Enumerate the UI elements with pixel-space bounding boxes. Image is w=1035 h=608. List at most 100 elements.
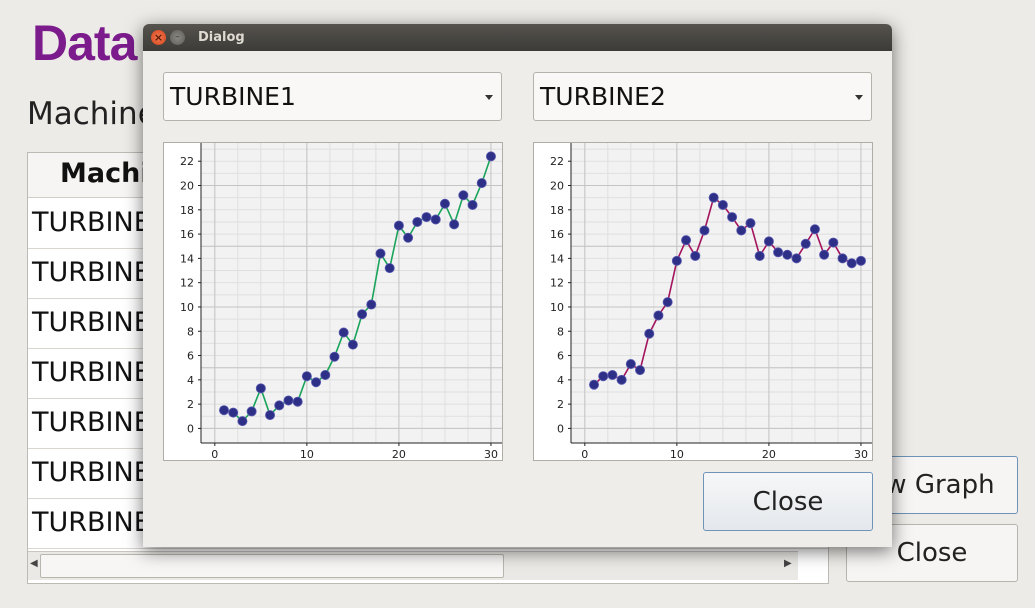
y-tick-label: 16 [180,228,194,241]
y-tick-label: 18 [550,204,564,217]
y-tick-label: 14 [180,252,194,265]
y-tick-label: 4 [557,374,564,387]
table-cell: TURBINE [32,357,151,388]
data-point [393,220,404,231]
table-cell: TURBINE [32,307,151,338]
data-point [616,374,627,385]
data-point [644,328,655,339]
x-tick-label: 20 [762,448,776,461]
data-point [366,299,377,310]
data-point [736,225,747,236]
data-point [791,253,802,264]
data-point [485,151,496,162]
table-cell: TURBINE [32,207,151,238]
data-point [375,248,386,259]
scrollbar-thumb[interactable] [40,554,504,578]
data-point [219,405,230,416]
chart-svg: 0 2 4 6 8 10 12 14 16 18 20 22 0 10 20 30 [163,142,503,461]
data-point [329,351,340,362]
data-point [662,297,673,308]
machine-select-left[interactable]: TURBINE1 [163,72,502,121]
horizontal-scrollbar[interactable]: ◀ ▶ [28,551,798,580]
data-point [449,219,460,230]
scroll-left-arrow-icon[interactable]: ◀ [30,558,38,569]
data-point [301,371,312,382]
data-point [653,310,664,321]
data-point [846,258,857,269]
combo-selected-value: TURBINE2 [540,82,666,111]
y-tick-label: 2 [557,398,564,411]
y-tick-label: 20 [550,180,564,193]
table-cell: TURBINE [32,507,151,538]
data-point [773,247,784,258]
data-point [320,369,331,380]
machine-select-right[interactable]: TURBINE2 [533,72,872,121]
plot-area [571,143,872,443]
y-tick-label: 12 [550,277,564,290]
data-point [403,232,414,243]
data-point [384,263,395,274]
minimize-icon[interactable]: – [170,30,185,45]
data-point [246,406,257,417]
data-point [727,212,738,223]
x-tick-label: 0 [581,448,588,461]
data-point [274,400,285,411]
y-tick-label: 18 [180,204,194,217]
combo-selected-value: TURBINE1 [170,82,296,111]
y-tick-label: 22 [550,155,564,168]
data-point [589,379,600,390]
data-point [745,218,756,229]
data-point [265,410,276,421]
data-point [837,253,848,264]
data-point [763,236,774,247]
x-tick-label: 20 [392,448,406,461]
table-cell: TURBINE [32,257,151,288]
data-point [809,224,820,235]
table-cell: TURBINE [32,457,151,488]
table-cell: TURBINE [32,407,151,438]
data-point [311,377,322,388]
data-point [708,192,719,203]
y-tick-label: 22 [180,155,194,168]
data-point [625,359,636,370]
y-tick-label: 0 [187,422,194,435]
plot-area [201,143,502,443]
data-point [754,250,765,261]
data-point [347,339,358,350]
scroll-right-arrow-icon[interactable]: ▶ [784,558,792,569]
data-point [421,212,432,223]
dialog-title: Dialog [198,30,245,45]
y-tick-label: 20 [180,180,194,193]
data-point [458,190,469,201]
y-tick-label: 6 [187,350,194,363]
data-point [292,396,303,407]
data-point [671,255,682,266]
x-tick-label: 10 [300,448,314,461]
y-tick-label: 10 [550,301,564,314]
data-point [283,395,294,406]
x-tick-label: 10 [670,448,684,461]
data-point [237,416,248,427]
machine-subtitle: Machine [27,96,157,132]
data-point [699,225,710,236]
data-point [681,235,692,246]
dialog-window: × – Dialog TURBINE1 TURBINE2 0 2 4 6 8 10 12 14… [143,24,892,547]
y-tick-label: 8 [557,325,564,338]
chevron-down-icon [485,95,493,100]
app-title: Data [32,15,137,71]
close-icon[interactable]: × [151,30,166,45]
y-tick-label: 0 [557,422,564,435]
data-point [690,250,701,261]
data-point [782,249,793,260]
turbine1-chart: 0 2 4 6 8 10 12 14 16 18 20 22 0 10 20 30 [163,142,503,462]
data-point [439,198,450,209]
data-point [855,255,866,266]
x-tick-label: 30 [484,448,498,461]
dialog-titlebar[interactable]: × – Dialog [143,24,892,51]
data-point [476,178,487,189]
dialog-close-button[interactable]: Close [703,472,873,531]
y-tick-label: 10 [180,301,194,314]
y-tick-label: 4 [187,374,194,387]
data-point [255,383,266,394]
data-point [412,216,423,227]
